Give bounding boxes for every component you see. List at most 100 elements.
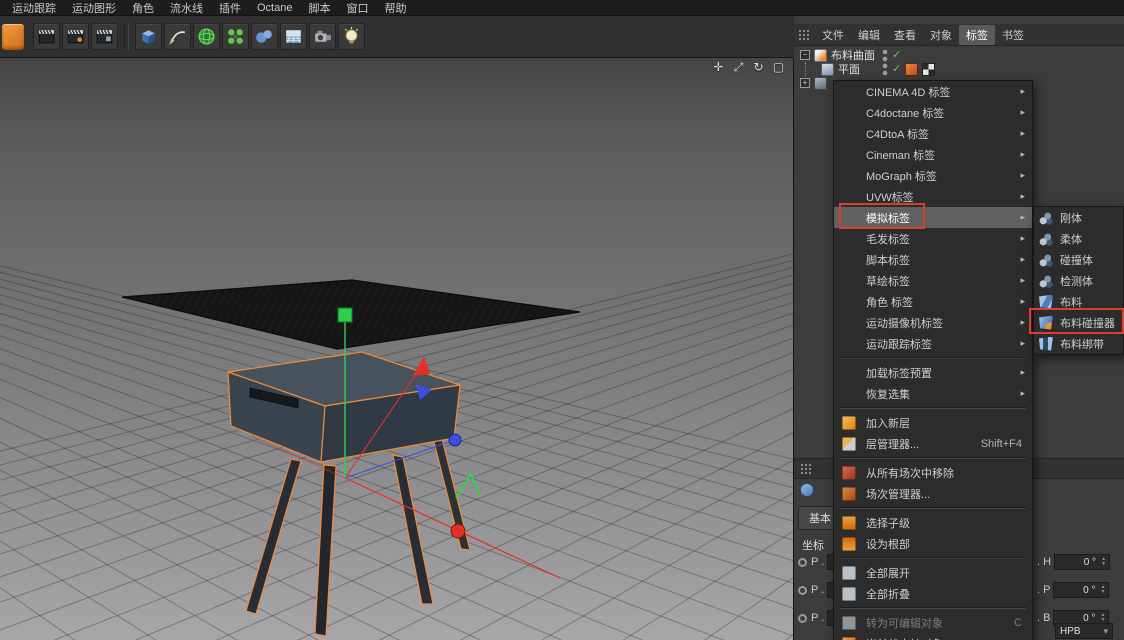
current-state-to-object-icon	[842, 636, 856, 640]
menu-item-add-new-layer[interactable]: 加入新层	[834, 412, 1032, 433]
menu-item-mograph-tags[interactable]: MoGraph 标签 ▸	[834, 165, 1032, 186]
menu-item-scripting-tags[interactable]: 脚本标签 ▸	[834, 249, 1032, 270]
submenu-item-soft-body[interactable]: 柔体	[1034, 228, 1123, 249]
dolly-icon[interactable]: ⤢	[731, 60, 746, 75]
render-view-button[interactable]	[33, 23, 60, 50]
floor-button[interactable]	[280, 23, 307, 50]
om-menu-file[interactable]: 文件	[815, 25, 851, 45]
menu-item-take-manager[interactable]: 场次管理器...	[834, 483, 1032, 504]
menu-separator	[840, 407, 1026, 409]
menu-item-uvw-tags[interactable]: UVW标签 ▸	[834, 186, 1032, 207]
menu-item-character-tags[interactable]: 角色 标签 ▸	[834, 291, 1032, 312]
soft-body-icon	[1039, 231, 1053, 246]
metaball-button[interactable]	[251, 23, 278, 50]
om-menu-objects[interactable]: 对象	[923, 25, 959, 45]
enabled-check-icon[interactable]: ✓	[892, 63, 901, 76]
om-menu-bookmarks[interactable]: 书签	[995, 25, 1031, 45]
om-menu-edit[interactable]: 编辑	[851, 25, 887, 45]
cube-primitive-button[interactable]	[135, 23, 162, 50]
visibility-dots[interactable]	[882, 48, 888, 62]
expander-icon[interactable]: +	[800, 78, 810, 88]
menu-item-layer-manager[interactable]: 层管理器... Shift+F4	[834, 433, 1032, 454]
light-button[interactable]	[338, 23, 365, 50]
subdivision-surface-button[interactable]	[193, 23, 220, 50]
light-bulb-icon	[344, 27, 359, 44]
object-manager-menu: 文件 编辑 查看 对象 标签 书签	[794, 24, 1124, 46]
menu-help[interactable]: 帮助	[376, 0, 414, 17]
menu-mograph[interactable]: 运动图形	[64, 0, 124, 17]
submenu-item-cloth[interactable]: 布料	[1034, 291, 1123, 312]
rotation-h-input[interactable]: 0 °	[1054, 554, 1111, 570]
menu-item-unfold-all[interactable]: 全部展开	[834, 562, 1032, 583]
om-menu-view[interactable]: 查看	[887, 25, 923, 45]
array-button[interactable]	[222, 23, 249, 50]
rotation-p-input[interactable]: 0 °	[1053, 582, 1110, 598]
visibility-dots[interactable]	[882, 62, 888, 76]
menu-item-restore-selection[interactable]: 恢复选集 ▸	[834, 383, 1032, 404]
submenu-item-cloth-belt[interactable]: 布料绑带	[1034, 333, 1123, 354]
menu-item-set-as-root[interactable]: 设为根部	[834, 533, 1032, 554]
keyframe-circle-icon[interactable]	[798, 585, 807, 595]
submenu-item-cloth-collider[interactable]: 布料碰撞器	[1034, 312, 1123, 333]
stepper-icon[interactable]	[1098, 583, 1107, 597]
menu-item-hair-tags[interactable]: 毛发标签 ▸	[834, 228, 1032, 249]
panel-grip-icon[interactable]	[800, 462, 812, 475]
cloth-top-handle[interactable]	[337, 307, 353, 323]
menu-item-load-tag-preset[interactable]: 加载标签预置 ▸	[834, 362, 1032, 383]
render-settings-button[interactable]	[91, 23, 118, 50]
menu-item-fold-all[interactable]: 全部折叠	[834, 583, 1032, 604]
om-menu-tags[interactable]: 标签	[959, 24, 995, 45]
spline-pen-button[interactable]	[164, 23, 191, 50]
menu-window[interactable]: 窗口	[338, 0, 376, 17]
ghost-body-icon	[1039, 273, 1053, 288]
viewport-3d[interactable]: ✛ ⤢ ↻ ▢	[0, 58, 794, 640]
rotate-icon[interactable]: ↻	[751, 60, 766, 75]
menu-item-cineman-tags[interactable]: Cineman 标签 ▸	[834, 144, 1032, 165]
menu-item-cinema4d-tags[interactable]: CINEMA 4D 标签 ▸	[834, 81, 1032, 102]
submenu-arrow-icon: ▸	[1020, 233, 1025, 243]
rotation-order-select[interactable]: HPB ▾	[1055, 623, 1113, 639]
menu-motion-tracker[interactable]: 运动跟踪	[4, 0, 64, 17]
menu-item-motion-tracker-tags[interactable]: 运动跟踪标签 ▸	[834, 333, 1032, 354]
menu-item-select-children[interactable]: 选择子级	[834, 512, 1032, 533]
texture-tag-icon[interactable]	[922, 62, 936, 76]
subdivision-sphere-icon	[198, 28, 215, 45]
maximize-view-icon[interactable]: ▢	[771, 60, 786, 75]
camera-button[interactable]	[309, 23, 336, 50]
menu-octane[interactable]: Octane	[249, 1, 300, 15]
menu-script[interactable]: 脚本	[300, 0, 338, 17]
menu-item-c4doctane-tags[interactable]: C4doctane 标签 ▸	[834, 102, 1032, 123]
rotation-h-row: . H 0 °	[1037, 553, 1111, 571]
submenu-item-rigid-body[interactable]: 刚体	[1034, 207, 1123, 228]
submenu-item-ghost-body[interactable]: 检测体	[1034, 270, 1123, 291]
menu-plugins[interactable]: 插件	[211, 0, 249, 17]
simulation-tag-icon[interactable]	[905, 62, 919, 76]
menu-item-current-state-to-object[interactable]: 当前状态转对象	[834, 633, 1032, 640]
submenu-arrow-icon: ▸	[1020, 191, 1025, 201]
expander-icon[interactable]: −	[800, 50, 810, 60]
pan-icon[interactable]: ✛	[711, 60, 726, 75]
menu-character[interactable]: 角色	[124, 0, 162, 17]
menu-item-sketch-tags[interactable]: 草绘标签 ▸	[834, 270, 1032, 291]
panel-grip-icon[interactable]	[798, 28, 810, 41]
menu-item-motion-camera-tags[interactable]: 运动摄像机标签 ▸	[834, 312, 1032, 333]
keyframe-circle-icon[interactable]	[798, 557, 807, 567]
menu-item-simulation-tags[interactable]: 模拟标签 ▸	[834, 207, 1032, 228]
menu-item-remove-from-all-takes[interactable]: 从所有场次中移除	[834, 462, 1032, 483]
menu-item-c4dtoa-tags[interactable]: C4DtoA 标签 ▸	[834, 123, 1032, 144]
x-axis-handle[interactable]	[450, 523, 466, 539]
object-row-plane[interactable]: 平面 ✓	[794, 62, 1124, 76]
stepper-icon[interactable]	[1099, 555, 1108, 569]
menu-pipeline[interactable]: 流水线	[162, 0, 211, 17]
object-row-cloth-surface[interactable]: − 布料曲面 ✓	[794, 48, 1124, 62]
z-axis-handle[interactable]	[448, 433, 462, 447]
fold-all-icon	[842, 586, 856, 601]
submenu-item-collider-body[interactable]: 碰撞体	[1034, 249, 1123, 270]
enabled-check-icon[interactable]: ✓	[892, 49, 901, 62]
keyframe-circle-icon[interactable]	[798, 613, 807, 623]
table-model[interactable]	[227, 351, 471, 637]
submenu-arrow-icon: ▸	[1020, 212, 1025, 222]
take-manager-icon	[842, 486, 856, 501]
app-icon[interactable]	[2, 23, 24, 50]
render-picture-viewer-button[interactable]	[62, 23, 89, 50]
